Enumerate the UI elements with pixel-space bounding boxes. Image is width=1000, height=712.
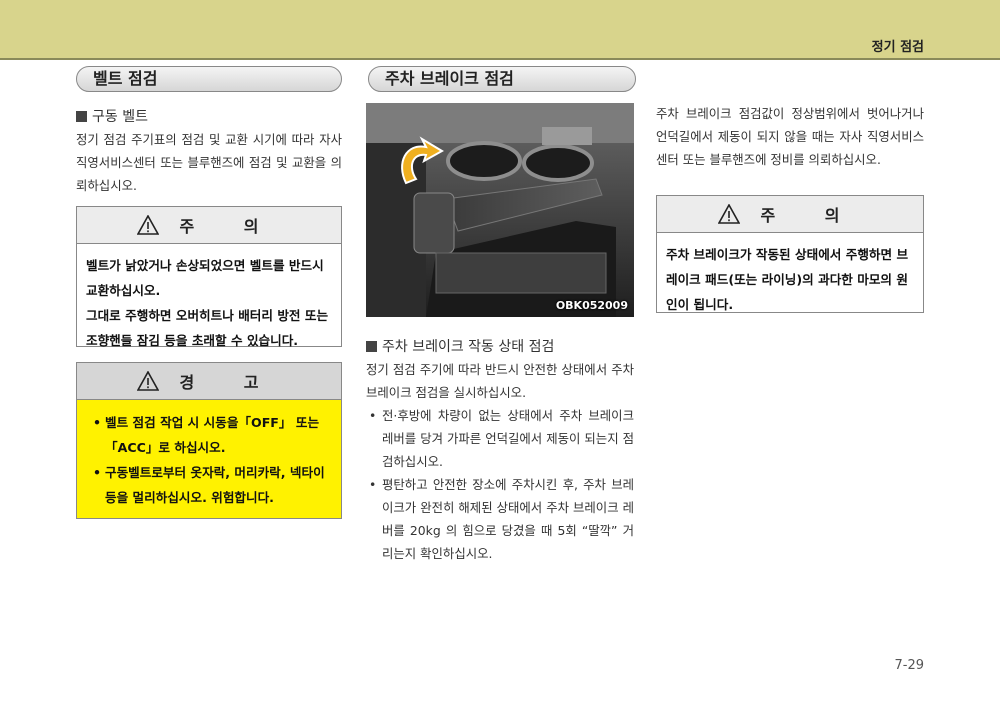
warning-triangle-icon xyxy=(718,204,741,224)
header-divider xyxy=(0,58,1000,60)
caution-header: 주 의 xyxy=(77,207,341,244)
caution-body: 벨트가 낡았거나 손상되었으면 벨트를 반드시 교환하십시오. 그대로 주행하면… xyxy=(77,244,341,362)
warning-title: 경 고 xyxy=(179,373,281,392)
square-bullet-icon xyxy=(76,111,87,122)
image-code-label: OBK052009 xyxy=(555,299,628,312)
section-title-belt: 벨트 점검 xyxy=(76,66,342,92)
belt-paragraph: 정기 점검 주기표의 점검 및 교환 시기에 따라 자사 직영서비스센터 또는 … xyxy=(76,132,342,193)
warning-item: 구동벨트로부터 옷자락, 머리카락, 넥타이 등을 멀리하십시오. 위험합니다. xyxy=(89,460,329,510)
warning-triangle-icon xyxy=(137,215,160,235)
brake-repair-paragraph: 주차 브레이크 점검값이 정상범위에서 벗어나거나 언덕길에서 제동이 되지 않… xyxy=(656,106,924,167)
list-item: 평탄하고 안전한 장소에 주차시킨 후, 주차 브레이크가 완전히 해제된 상태… xyxy=(366,473,634,565)
square-bullet-icon xyxy=(366,341,377,352)
warning-box-belt: 경 고 벨트 점검 작업 시 시동을「OFF」 또는「ACC」로 하십시오. 구… xyxy=(76,362,342,519)
brake-check-list: 전·후방에 차량이 없는 상태에서 주차 브레이크 레버를 당겨 가파른 언덕길… xyxy=(366,404,634,565)
caution-title: 주 의 xyxy=(179,217,281,236)
brake-paragraph: 정기 점검 주기에 따라 반드시 안전한 상태에서 주차 브레이크 점검을 실시… xyxy=(366,362,634,400)
caution-header: 주 의 xyxy=(657,196,923,233)
caution-body: 주차 브레이크가 작동된 상태에서 주행하면 브레이크 패드(또는 라이닝)의 … xyxy=(666,247,909,312)
sub-heading-text: 구동 벨트 xyxy=(92,109,148,125)
warning-triangle-icon xyxy=(137,371,160,391)
section-title-parking-brake: 주차 브레이크 점검 xyxy=(368,66,636,92)
warning-body: 벨트 점검 작업 시 시동을「OFF」 또는「ACC」로 하십시오. 구동벨트로… xyxy=(77,400,341,518)
warning-header: 경 고 xyxy=(77,363,341,400)
sub-heading-brake-operation: 주차 브레이크 작동 상태 점검 xyxy=(366,336,554,356)
warning-item: 벨트 점검 작업 시 시동을「OFF」 또는「ACC」로 하십시오. xyxy=(89,410,329,460)
caution-title: 주 의 xyxy=(760,206,862,225)
caution-line-1: 벨트가 낡았거나 손상되었으면 벨트를 반드시 교환하십시오. xyxy=(86,258,324,298)
page-number: 7-29 xyxy=(894,658,924,673)
parking-brake-photo: OBK052009 xyxy=(366,103,634,317)
list-item: 전·후방에 차량이 없는 상태에서 주차 브레이크 레버를 당겨 가파른 언덕길… xyxy=(366,404,634,473)
chapter-title: 정기 점검 xyxy=(871,40,924,55)
sub-heading-text: 주차 브레이크 작동 상태 점검 xyxy=(382,339,555,355)
header-band xyxy=(0,0,1000,58)
caution-box-brake: 주 의 주차 브레이크가 작동된 상태에서 주행하면 브레이크 패드(또는 라이… xyxy=(656,195,924,313)
caution-box-belt: 주 의 벨트가 낡았거나 손상되었으면 벨트를 반드시 교환하십시오. 그대로 … xyxy=(76,206,342,348)
caution-line-2: 그대로 주행하면 오버히트나 배터리 방전 또는 조향핸들 잠김 등을 초래할 … xyxy=(86,308,329,348)
sub-heading-drive-belt: 구동 벨트 xyxy=(76,106,148,126)
